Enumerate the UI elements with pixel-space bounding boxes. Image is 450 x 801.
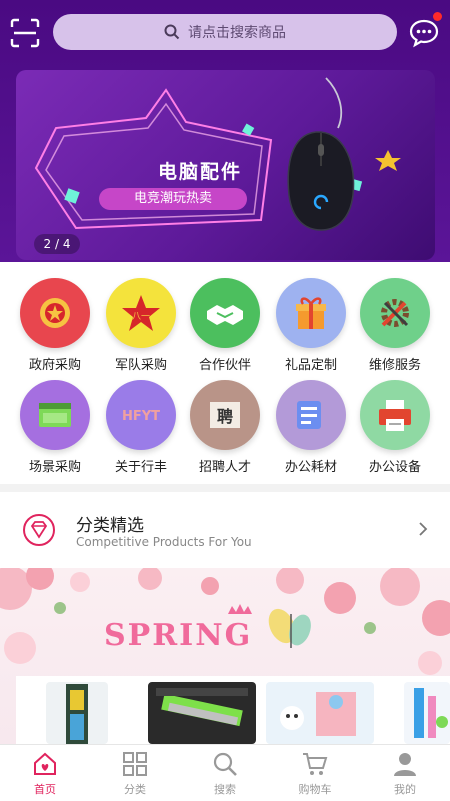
hfyt-logo-icon: HFYT <box>106 380 176 450</box>
product-blade-pack[interactable] <box>148 682 256 744</box>
user-icon <box>394 753 416 776</box>
promo-title: SPRING <box>104 618 253 653</box>
diamond-icon <box>23 514 55 546</box>
grid-icon <box>123 752 147 776</box>
office-supplies-icon <box>276 380 346 450</box>
tab-search[interactable]: 搜索 <box>180 751 270 797</box>
bottom-tab-bar: 首页 分类 搜索 购物车 我的 <box>0 744 450 801</box>
category-scene-procurement[interactable]: 场景采购 <box>12 380 98 475</box>
category-label: 合作伙伴 <box>198 358 251 373</box>
emblem-icon <box>20 278 90 348</box>
tab-label: 我的 <box>394 783 416 796</box>
army-star-icon: 八一 <box>106 278 176 348</box>
svg-text:HFYT: HFYT <box>122 409 160 424</box>
search-icon <box>213 752 237 776</box>
tab-label: 购物车 <box>298 783 332 796</box>
category-label: 礼品定制 <box>284 358 337 373</box>
message-icon[interactable] <box>408 18 440 48</box>
recruit-icon: 聘 <box>190 380 260 450</box>
tab-category[interactable]: 分类 <box>90 751 180 797</box>
svg-text:八一: 八一 <box>132 312 150 322</box>
category-recruitment[interactable]: 聘 招聘人才 <box>182 380 268 475</box>
notification-badge <box>433 12 442 21</box>
product-office-kit[interactable] <box>404 682 450 744</box>
crown-icon <box>228 604 252 614</box>
category-office-supplies[interactable]: 办公耗材 <box>268 380 354 475</box>
chevron-right-icon[interactable] <box>416 521 430 537</box>
handshake-icon <box>190 278 260 348</box>
category-repair-service[interactable]: 维修服务 <box>352 278 438 373</box>
section-divider <box>0 484 450 492</box>
category-army-procurement[interactable]: 八一 军队采购 <box>98 278 184 373</box>
category-gov-procurement[interactable]: 政府采购 <box>12 278 98 373</box>
category-label: 办公设备 <box>368 460 421 475</box>
category-gift-customization[interactable]: 礼品定制 <box>268 278 354 373</box>
section-title: 分类精选 <box>76 516 144 536</box>
home-icon <box>34 752 56 775</box>
product-strip <box>16 676 450 744</box>
scan-icon[interactable] <box>10 18 40 48</box>
tab-label: 搜索 <box>214 783 236 796</box>
category-label: 维修服务 <box>368 358 421 373</box>
spring-promo-banner[interactable]: SPRING <box>0 568 450 744</box>
category-label: 关于行丰 <box>114 460 167 475</box>
search-placeholder: 请点击搜索商品 <box>188 25 286 41</box>
app-header: 请点击搜索商品 <box>0 0 450 62</box>
tab-profile[interactable]: 我的 <box>360 751 450 797</box>
category-partners[interactable]: 合作伙伴 <box>182 278 268 373</box>
tab-cart[interactable]: 购物车 <box>270 751 360 797</box>
search-input[interactable]: 请点击搜索商品 <box>53 14 397 50</box>
category-office-equipment[interactable]: 办公设备 <box>352 380 438 475</box>
repair-tools-icon <box>360 278 430 348</box>
printer-icon <box>360 380 430 450</box>
featured-section-header[interactable]: 分类精选 Competitive Products For You <box>0 495 450 563</box>
category-label: 办公耗材 <box>284 460 337 475</box>
banner-title: 电脑配件 <box>157 161 242 183</box>
banner-subtitle: 电竞潮玩热卖 <box>99 188 247 210</box>
scene-icon <box>20 380 90 450</box>
category-label: 政府采购 <box>28 358 81 373</box>
category-about-us[interactable]: HFYT 关于行丰 <box>98 380 184 475</box>
product-cutter[interactable] <box>46 682 108 744</box>
product-kids-set[interactable] <box>266 682 374 744</box>
mouse-icon <box>287 77 355 231</box>
cart-icon <box>303 753 328 775</box>
category-label: 场景采购 <box>28 460 81 475</box>
tab-home[interactable]: 首页 <box>0 751 90 797</box>
category-label: 招聘人才 <box>198 460 251 475</box>
butterfly-icon <box>268 608 311 648</box>
tab-label: 首页 <box>34 783 56 796</box>
tab-label: 分类 <box>124 783 146 796</box>
svg-text:聘: 聘 <box>217 407 233 426</box>
search-icon <box>164 24 180 40</box>
section-subtitle: Competitive Products For You <box>76 535 252 549</box>
category-label: 军队采购 <box>114 358 167 373</box>
banner-page-indicator: 2 / 4 <box>34 234 80 254</box>
gift-icon <box>276 278 346 348</box>
